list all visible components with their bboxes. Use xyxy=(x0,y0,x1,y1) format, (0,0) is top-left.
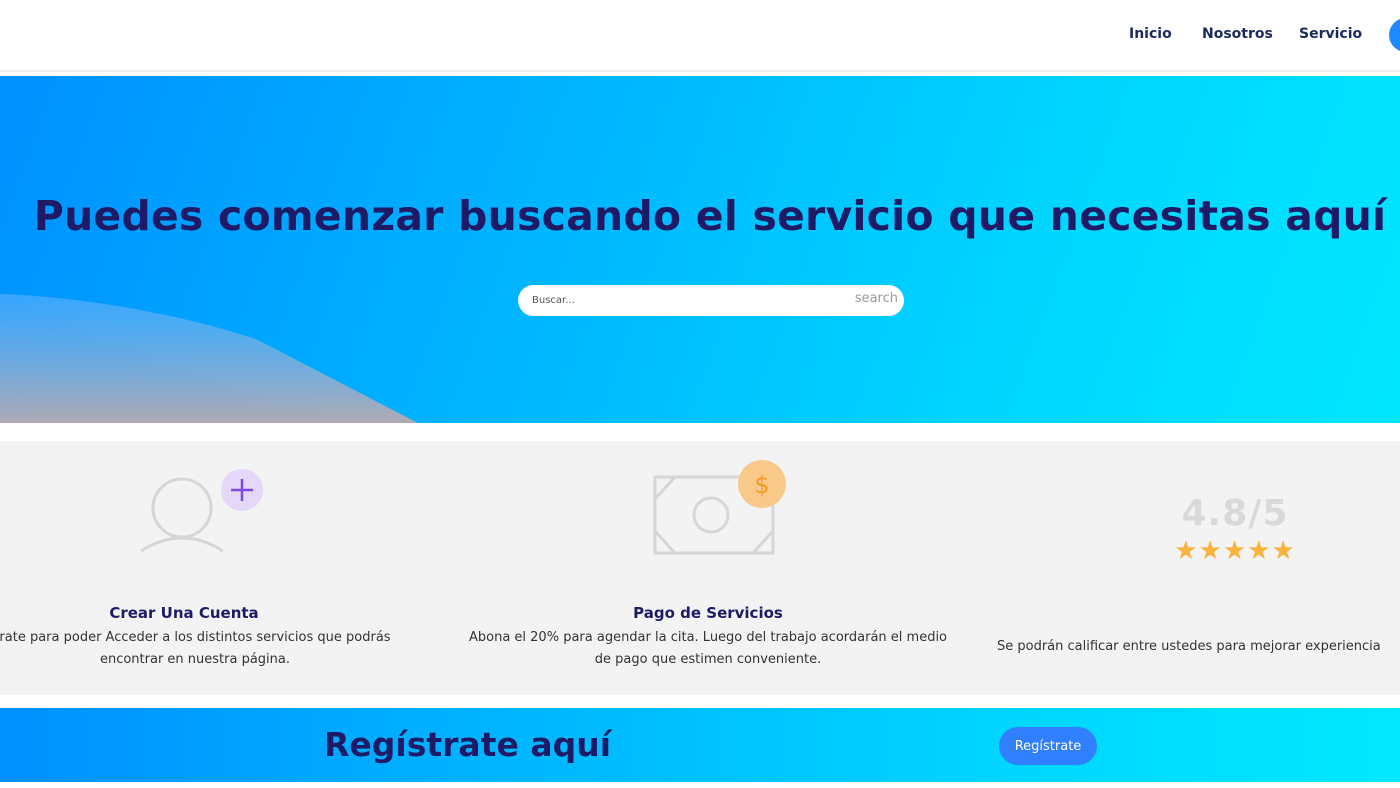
navbar: Inicio Nosotros Servicio xyxy=(0,0,1400,72)
user-add-icon xyxy=(140,469,263,553)
register-cta-title: Regístrate aquí xyxy=(324,725,612,764)
feature-desc-line: rate para poder Acceder a los distintos … xyxy=(0,630,391,645)
user-avatar-button[interactable] xyxy=(1389,18,1400,52)
feature-desc-crear-cuenta: rate para poder Acceder a los distintos … xyxy=(0,627,430,671)
svg-text:$: $ xyxy=(754,471,769,499)
feature-desc-line: Abona el 20% para agendar la cita. Luego… xyxy=(468,630,948,645)
search-bar: search xyxy=(518,285,904,316)
feature-desc-calificar: Se podrán calificar entre ustedes para m… xyxy=(997,639,1381,654)
features-section: Crear Una Cuenta rate para poder Acceder… xyxy=(0,441,1400,695)
hero-title: Puedes comenzar buscando el servicio que… xyxy=(33,192,1387,240)
nav-link-nosotros[interactable]: Nosotros xyxy=(1202,26,1273,42)
feature-desc-line: de pago que estimen conveniente. xyxy=(594,652,822,667)
hero-section: Puedes comenzar buscando el servicio que… xyxy=(0,76,1400,423)
register-cta-section: Regístrate aquí Regístrate xyxy=(0,708,1400,782)
rating-stars-icon: ★★★★★ xyxy=(1174,536,1296,566)
nav-link-inicio[interactable]: Inicio xyxy=(1129,26,1172,42)
register-button[interactable]: Regístrate xyxy=(999,727,1097,765)
nav-link-servicio[interactable]: Servicio xyxy=(1299,26,1362,42)
search-input[interactable] xyxy=(530,291,830,310)
rating-value: 4.8/5 xyxy=(1181,493,1289,534)
money-dollar-icon: $ xyxy=(653,460,786,555)
feature-title-crear-cuenta: Crear Una Cuenta xyxy=(109,604,259,622)
search-button[interactable]: search xyxy=(855,291,898,306)
feature-desc-line: encontrar en nuestra página. xyxy=(99,652,291,667)
hero-decorative-shape xyxy=(0,294,418,423)
feature-desc-pago-servicios: Abona el 20% para agendar la cita. Luego… xyxy=(448,627,968,671)
feature-title-pago-servicios: Pago de Servicios xyxy=(633,604,783,622)
